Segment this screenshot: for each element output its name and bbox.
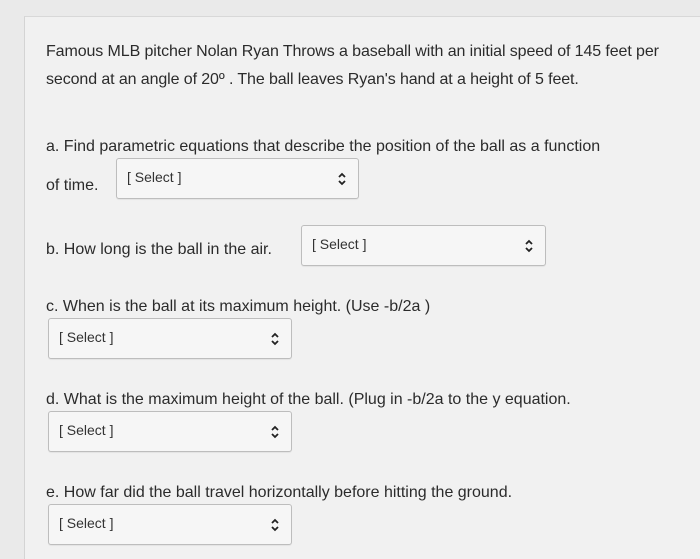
answer-b-select[interactable]: [ Select ]: [301, 225, 546, 266]
question-a-prompt: a. Find parametric equations that descri…: [46, 138, 601, 155]
answer-e-select[interactable]: [ Select ]: [48, 504, 292, 545]
answer-c-select[interactable]: [ Select ]: [48, 318, 292, 359]
chevron-up-down-icon: [338, 172, 346, 186]
answer-c-select-value: [ Select ]: [59, 329, 114, 345]
chevron-up-down-icon: [271, 425, 279, 439]
question-card: [24, 16, 700, 559]
chevron-up-down-icon: [271, 332, 279, 346]
chevron-up-down-icon: [271, 518, 279, 532]
answer-a-select[interactable]: [ Select ]: [116, 158, 359, 199]
answer-e-select-value: [ Select ]: [59, 515, 114, 531]
question-b-prompt: b. How long is the ball in the air.: [46, 241, 272, 258]
answer-a-select-value: [ Select ]: [127, 169, 182, 185]
answer-d-select-value: [ Select ]: [59, 422, 114, 438]
problem-statement: Famous MLB pitcher Nolan Ryan Throws a b…: [46, 43, 659, 88]
question-d-prompt: d. What is the maximum height of the bal…: [46, 391, 571, 408]
question-e-prompt: e. How far did the ball travel horizonta…: [46, 484, 513, 501]
question-c-prompt: c. When is the ball at its maximum heigh…: [46, 298, 431, 315]
answer-d-select[interactable]: [ Select ]: [48, 411, 292, 452]
answer-b-select-value: [ Select ]: [312, 236, 367, 252]
question-a-prompt-cont: of time.: [46, 177, 99, 194]
chevron-up-down-icon: [525, 239, 533, 253]
